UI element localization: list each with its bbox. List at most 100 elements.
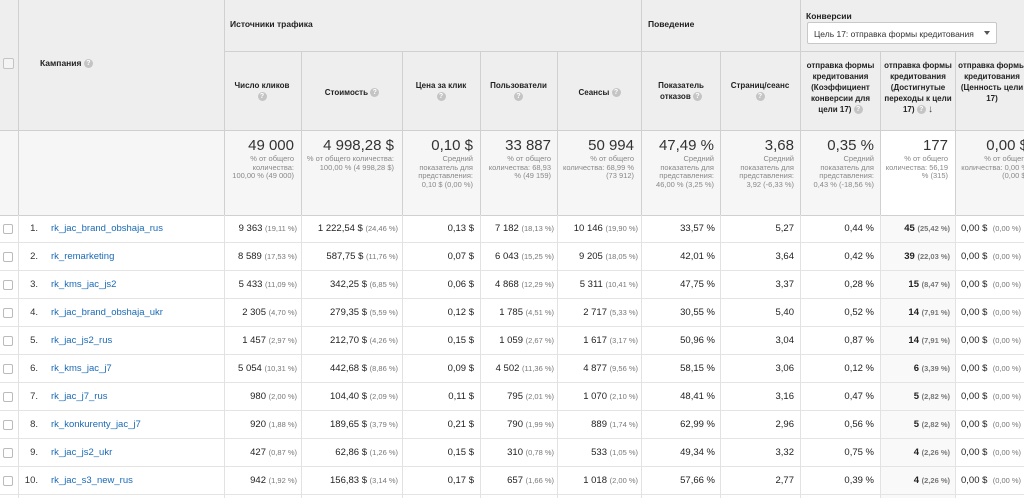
conversion-rate-cell: 0,47 % (844, 391, 874, 402)
table-row: 6. rk_kms_jac_j7 5 054 (10,31 %) 442,68 $ (… (0, 355, 1024, 383)
row-number: 7. (30, 391, 38, 402)
clicks-cell: 920 (1,88 %) (250, 419, 297, 430)
pages-per-session-cell: 3,64 (775, 251, 795, 262)
conversion-rate-cell: 0,28 % (844, 279, 874, 290)
column-header-bounce-rate[interactable]: Показатель отказов ? (644, 80, 718, 102)
row-checkbox[interactable] (3, 364, 13, 374)
campaign-report-table: Кампания ? Источники трафика Поведение К… (0, 0, 1024, 498)
help-icon[interactable]: ? (755, 92, 765, 102)
cpc-cell: 0,13 $ (447, 223, 474, 234)
help-icon[interactable]: ? (83, 59, 93, 69)
campaign-link[interactable]: rk_jac_brand_obshaja_rus (51, 215, 163, 243)
column-header-cost[interactable]: Стоимость ? (304, 87, 400, 98)
column-header-cpc[interactable]: Цена за клик? (404, 80, 478, 102)
goal-select-dropdown[interactable]: Цель 17: отправка формы кредитования (807, 22, 997, 44)
row-checkbox[interactable] (3, 308, 13, 318)
clicks-cell: 5 054 (10,31 %) (238, 363, 297, 374)
pages-per-session-cell: 5,27 (775, 223, 795, 234)
bounce-rate-cell: 58,15 % (680, 363, 715, 374)
pages-per-session-cell: 2,77 (775, 475, 795, 486)
cpc-cell: 0,15 $ (447, 335, 474, 346)
pages-per-session-cell: 2,96 (775, 419, 795, 430)
column-header-pages-per-session[interactable]: Страниц/сеанс? (722, 80, 798, 102)
help-icon[interactable]: ? (916, 105, 926, 115)
users-cell: 4 502 (11,36 %) (495, 363, 554, 374)
help-icon[interactable]: ? (853, 105, 863, 115)
row-checkbox[interactable] (3, 280, 13, 290)
table-row: 9. rk_jac_js2_ukr 427 (0,87 %) 62,86 $ (1,2… (0, 439, 1024, 467)
total-conversion-rate: 0,35 % Средний показатель для представлен… (813, 137, 874, 189)
row-checkbox[interactable] (3, 420, 13, 430)
sessions-cell: 2 717 (5,33 %) (583, 307, 638, 318)
row-checkbox[interactable] (3, 252, 13, 262)
sort-descending-icon: ↓ (928, 104, 934, 115)
users-cell: 1 059 (2,67 %) (499, 335, 554, 346)
goal-value-cell: 0,00 $ (0,00 %) (961, 419, 1022, 430)
help-icon[interactable]: ? (257, 92, 267, 102)
goal-value-cell: 0,00 $ (0,00 %) (961, 223, 1022, 234)
conversion-rate-cell: 0,42 % (844, 251, 874, 262)
goal-completions-cell: 45 (25,42 %) (904, 223, 950, 234)
conversion-rate-cell: 0,44 % (844, 223, 874, 234)
row-checkbox[interactable] (3, 476, 13, 486)
row-checkbox[interactable] (3, 224, 13, 234)
campaign-link[interactable]: rk_konkurenty_jac_j7 (51, 411, 141, 439)
campaign-link[interactable]: rk_jac_js2_rus (51, 327, 112, 355)
pages-per-session-cell: 3,16 (775, 391, 795, 402)
column-header-conversion-rate[interactable]: отправка формы кредитования (Коэффициент… (803, 60, 878, 115)
table-row: 3. rk_kms_jac_js2 5 433 (11,09 %) 342,25 $ … (0, 271, 1024, 299)
campaign-link[interactable]: rk_jac_j7_rus (51, 383, 108, 411)
help-icon[interactable]: ? (692, 92, 702, 102)
help-icon[interactable]: ? (436, 92, 446, 102)
cost-cell: 156,83 $ (3,14 %) (330, 475, 398, 486)
conversion-rate-cell: 0,12 % (844, 363, 874, 374)
row-checkbox[interactable] (3, 336, 13, 346)
cost-cell: 212,70 $ (4,26 %) (330, 335, 398, 346)
campaign-link[interactable]: rk_kms_jac_j7 (51, 355, 112, 383)
cpc-cell: 0,15 $ (447, 447, 474, 458)
goal-select-value: Цель 17: отправка формы кредитования (814, 29, 974, 39)
campaign-link[interactable]: rk_remarketing (51, 243, 114, 271)
column-header-goal-value[interactable]: отправка формы кредитования (Ценность це… (957, 60, 1024, 104)
column-header-goal-completions[interactable]: отправка формы кредитования (Достигнутые… (883, 60, 953, 115)
goal-completions-cell: 39 (22,03 %) (904, 251, 950, 262)
pages-per-session-cell: 3,32 (775, 447, 795, 458)
sessions-cell: 4 877 (9,56 %) (583, 363, 638, 374)
users-cell: 795 (2,01 %) (507, 391, 554, 402)
column-header-sessions[interactable]: Сеансы ? (560, 87, 639, 98)
clicks-cell: 9 363 (19,11 %) (238, 223, 297, 234)
bounce-rate-cell: 50,96 % (680, 335, 715, 346)
campaign-link[interactable]: rk_jac_brand_obshaja_ukr (51, 299, 163, 327)
clicks-cell: 942 (1,92 %) (250, 475, 297, 486)
sessions-cell: 9 205 (18,05 %) (579, 251, 638, 262)
column-header-users[interactable]: Пользователи? (482, 80, 555, 102)
sessions-cell: 1 070 (2,10 %) (583, 391, 638, 402)
help-icon[interactable]: ? (370, 88, 380, 98)
campaign-link[interactable]: rk_jac_js2_ukr (51, 439, 112, 467)
help-icon[interactable]: ? (611, 88, 621, 98)
row-checkbox[interactable] (3, 392, 13, 402)
row-checkbox[interactable] (3, 448, 13, 458)
campaign-column-header[interactable]: Кампания ? (40, 58, 93, 69)
row-number: 4. (30, 307, 38, 318)
total-sessions: 50 994% от общего количества: 68,99 % (7… (563, 137, 634, 181)
total-bounce-rate: 47,49 % Средний показатель для представле… (656, 137, 714, 189)
sessions-cell: 1 018 (2,00 %) (583, 475, 638, 486)
help-icon[interactable]: ? (514, 92, 523, 102)
row-number: 6. (30, 363, 38, 374)
campaign-link[interactable]: rk_kms_jac_js2 (51, 271, 116, 299)
pages-per-session-cell: 3,04 (775, 335, 795, 346)
goal-completions-cell: 5 (2,82 %) (913, 419, 950, 430)
column-header-clicks[interactable]: Число кликов? (226, 80, 298, 102)
goal-value-cell: 0,00 $ (0,00 %) (961, 307, 1022, 318)
campaign-link[interactable]: rk_jac_s3_new_rus (51, 467, 133, 495)
cpc-cell: 0,11 $ (448, 391, 474, 402)
clicks-cell: 1 457 (2,97 %) (242, 335, 297, 346)
conversion-rate-cell: 0,56 % (844, 419, 874, 430)
cpc-cell: 0,09 $ (447, 363, 474, 374)
select-all-checkbox[interactable] (3, 58, 14, 69)
goal-value-cell: 0,00 $ (0,00 %) (961, 335, 1022, 346)
goal-completions-cell: 4 (2,26 %) (913, 475, 950, 486)
cpc-cell: 0,12 $ (447, 307, 474, 318)
sessions-cell: 1 617 (3,17 %) (583, 335, 638, 346)
